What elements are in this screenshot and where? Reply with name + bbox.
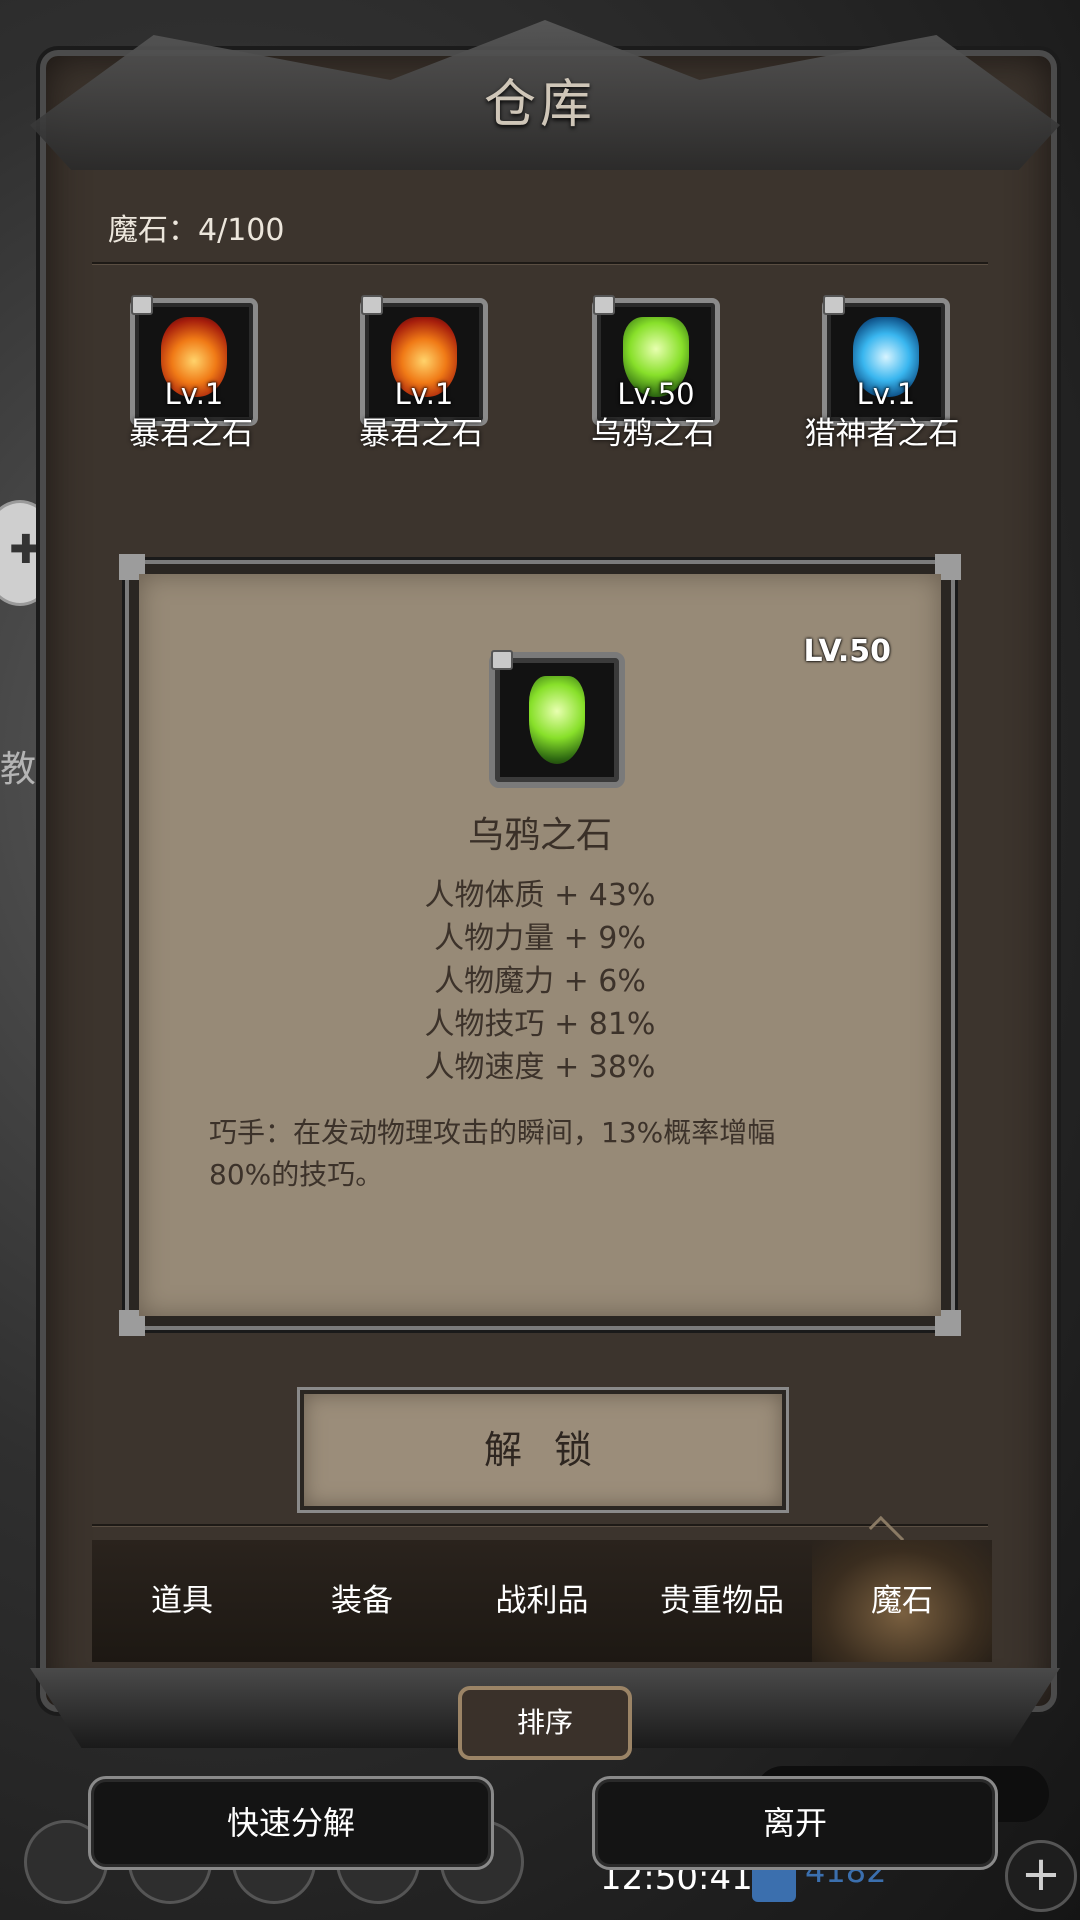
tab-equipment[interactable]: 装备: [272, 1540, 452, 1662]
stone-icon-frame: Lv.1: [130, 295, 258, 426]
description-line: 80%的技巧。: [209, 1158, 384, 1191]
stone-name: 暴君之石: [359, 416, 483, 452]
stone-level: Lv.50: [617, 377, 695, 411]
stone-slot[interactable]: Lv.1 暴君之石: [340, 290, 540, 452]
stat-line: 人物力量 + 9%: [434, 921, 646, 956]
lock-icon: [491, 650, 513, 670]
description-line: 巧手：在发动物理攻击的瞬间，13%概率增幅: [209, 1116, 776, 1149]
leave-button[interactable]: 离开: [592, 1776, 998, 1870]
stat-line: 人物速度 + 38%: [424, 1050, 656, 1085]
lock-icon: [593, 295, 615, 315]
sort-button[interactable]: 排序: [458, 1686, 632, 1760]
lock-icon: [823, 295, 845, 315]
puzzle-icon: ✚: [9, 527, 43, 573]
category-tabs: 道具 装备 战利品 贵重物品 魔石: [92, 1540, 992, 1662]
background-side-text: 教: [0, 749, 37, 790]
divider: [92, 1524, 988, 1526]
stone-level: Lv.1: [394, 377, 454, 411]
stone-name: 猎神者之石: [804, 416, 960, 452]
detail-stone-name: 乌鸦之石: [467, 815, 612, 856]
stone-icon-frame: Lv.1: [822, 295, 950, 426]
lock-icon: [361, 295, 383, 315]
stone-icon-frame: Lv.1: [360, 295, 488, 426]
stat-list: 人物体质 + 43% 人物力量 + 9% 人物魔力 + 6% 人物技巧 + 81…: [139, 874, 941, 1089]
stone-detail-card: LV.50 乌鸦之石 人物体质 + 43% 人物力量 + 9% 人物魔力 + 6…: [119, 554, 961, 1336]
detail-stone-icon-frame: [489, 650, 625, 788]
stone-list: Lv.1 暴君之石 Lv.1 暴君之石 Lv.50 乌鸦之石 Lv.1 猎神者之…: [110, 290, 990, 452]
stat-line: 人物体质 + 43%: [424, 878, 656, 913]
detail-level: LV.50: [803, 634, 891, 669]
stone-slot[interactable]: Lv.1 暴君之石: [110, 290, 310, 452]
stat-line: 人物技巧 + 81%: [424, 1007, 656, 1042]
lock-icon: [131, 295, 153, 315]
stat-line: 人物魔力 + 6%: [434, 964, 646, 999]
stone-level: Lv.1: [164, 377, 224, 411]
magic-stone-count: 魔石：4/100: [108, 213, 285, 248]
stone-name: 暴君之石: [129, 416, 253, 452]
tab-items[interactable]: 道具: [92, 1540, 272, 1662]
panel-title: 仓库: [483, 75, 596, 135]
stone-slot[interactable]: Lv.50 乌鸦之石: [572, 290, 772, 452]
stone-slot[interactable]: Lv.1 猎神者之石: [802, 290, 1002, 452]
plus-icon[interactable]: +: [1005, 1840, 1077, 1912]
tab-magic-stones[interactable]: 魔石: [812, 1540, 992, 1662]
tab-valuables[interactable]: 贵重物品: [632, 1540, 812, 1662]
green-gem-icon: [529, 676, 585, 764]
stone-name: 乌鸦之石: [591, 416, 715, 452]
quick-disassemble-button[interactable]: 快速分解: [88, 1776, 494, 1870]
skill-description: 巧手：在发动物理攻击的瞬间，13%概率增幅 80%的技巧。: [209, 1112, 881, 1196]
stone-icon-frame: Lv.50: [592, 295, 720, 426]
unlock-button[interactable]: 解 锁: [300, 1390, 786, 1510]
divider: [92, 262, 988, 264]
detail-card-body: LV.50 乌鸦之石 人物体质 + 43% 人物力量 + 9% 人物魔力 + 6…: [139, 574, 941, 1316]
stone-level: Lv.1: [856, 377, 916, 411]
tab-loot[interactable]: 战利品: [452, 1540, 632, 1662]
